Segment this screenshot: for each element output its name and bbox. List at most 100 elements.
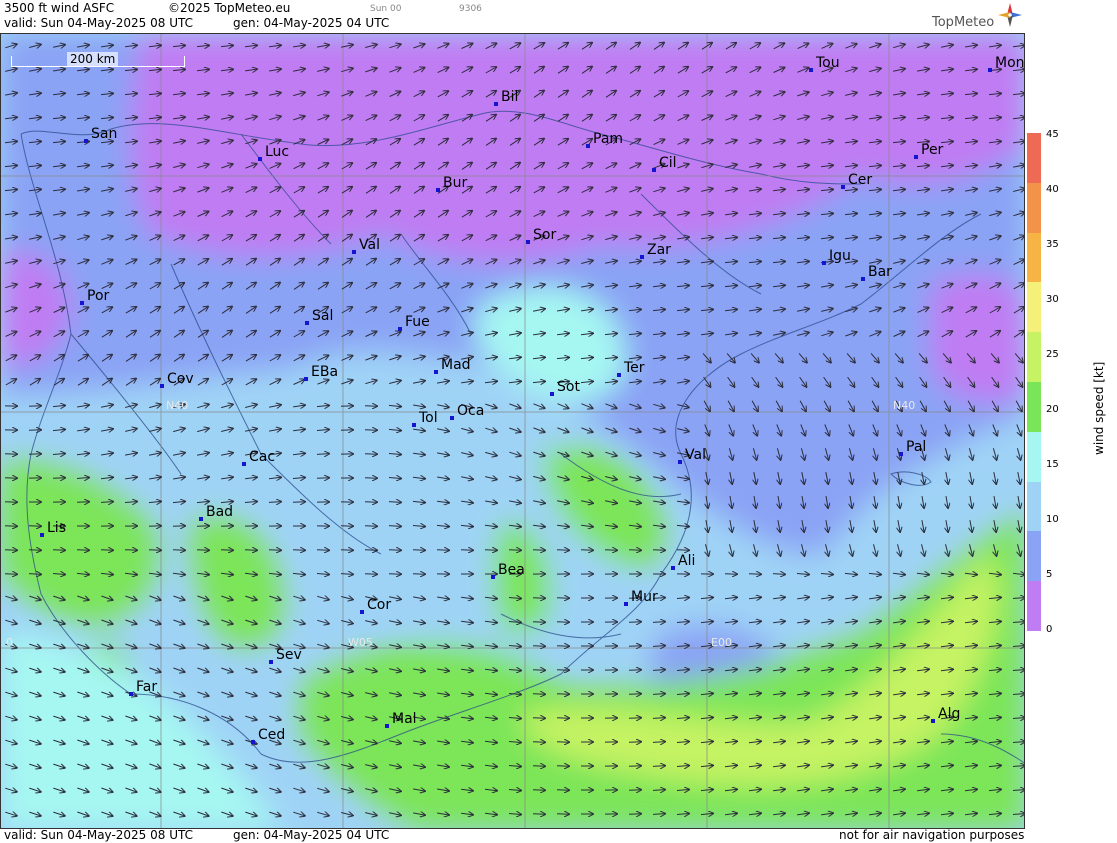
valid-time: valid: Sun 04-May-2025 08 UTC [4,16,193,30]
wind-arrow [436,550,449,551]
wind-arrow [28,550,41,551]
city-label: Bil [493,89,519,106]
city-label: Sor [525,227,557,244]
city-label: Mur [624,589,658,606]
product-name: 3500 ft wind ASFC [4,1,115,15]
wind-arrow [604,550,617,551]
city-label: Cil [652,155,677,172]
city-label: Pal [898,439,927,456]
wind-arrow [532,670,545,671]
city-label: Igu [822,248,851,265]
city-label: Cov [160,371,194,388]
generated-time: gen: 04-May-2025 04 UTC [233,16,390,30]
city-label: Por [79,288,110,305]
wind-arrow [676,550,689,551]
disclaimer: not for air navigation purposes [839,828,1025,842]
city-label: Cac [241,449,276,466]
legend-color-segment [1027,133,1041,183]
grid-label-w10: 0 [6,636,13,649]
legend-tick: 10 [1046,514,1059,525]
city-label: Sev [269,647,302,664]
legend-color-segment [1027,332,1041,382]
city-label: Fue [398,314,430,331]
wind-arrow [628,742,641,743]
wind-arrow [364,574,377,575]
city-label: Ced [250,727,286,744]
city-label: Luc [257,144,290,161]
grid-label-w05: W05 [348,636,373,649]
wind-arrow [628,814,641,815]
wind-arrow [364,526,377,527]
wind-arrow [628,670,641,671]
city-label: Oca [449,403,485,420]
wind-arrow [76,550,89,551]
wind-arrow [4,526,17,527]
city-label: Cer [840,172,873,189]
wind-arrow [532,814,545,815]
city-label: Ali [670,553,696,570]
compass-logo-icon [998,3,1022,27]
wind-arrow [76,502,89,503]
city-label: Val [352,237,380,254]
wind-arrow [148,550,161,551]
legend-tick: 5 [1046,569,1053,580]
city-label: Far [128,679,158,696]
wind-arrow [316,478,329,479]
wind-arrow [220,550,233,551]
scale-label: 200 km [67,52,119,66]
legend-color-segment [1027,531,1041,582]
wind-arrow [532,622,545,623]
city-label: Zar [640,242,671,259]
city-label: Mon [988,55,1025,72]
wind-arrow [268,550,281,551]
day-code: Sun 00 [370,4,402,14]
footer-generated-time: gen: 04-May-2025 04 UTC [233,828,390,842]
city-label: Val [678,447,706,464]
wind-arrow [388,550,401,551]
city-label: Bea [491,562,525,579]
city-label: Sot [550,379,580,396]
legend-tick: 25 [1046,349,1059,360]
legend-tick: 30 [1046,294,1059,305]
legend-color-segment [1027,232,1041,283]
wind-arrow [628,766,641,767]
wind-arrow [748,574,761,575]
city-label: Bar [861,264,892,281]
wind-arrow [580,550,593,551]
city-label: Bad [198,504,234,521]
wind-arrow [292,502,305,503]
legend-color-segment [1027,581,1041,631]
wind-arrow [340,550,353,551]
wind-arrow [556,550,569,551]
wind-arrow [532,646,545,647]
legend-tick: 40 [1046,184,1059,195]
wind-arrow [52,478,65,479]
wind-arrow [532,718,545,719]
wind-arrow [508,550,521,551]
city-label: Per [913,142,944,159]
city-label: San [83,126,118,143]
wind-arrow [532,742,545,743]
city-label: Tou [809,55,840,72]
city-label: Sal [304,308,334,325]
wind-arrow [628,694,641,695]
wind-arrow [532,550,545,551]
wind-arrow [124,550,137,551]
legend-color-segment [1027,182,1041,233]
city-label: Alg [930,706,961,723]
wind-map[interactable]: 200 km N40 N40 W05 E00 0 Bil Tou Mon San… [0,33,1025,829]
grid-label-n40-right: N40 [893,399,916,412]
wind-arrow [292,550,305,551]
wind-arrow [628,718,641,719]
city-label: Ter [617,360,645,377]
wind-arrow [172,550,185,551]
city-label: Bur [435,175,468,192]
wind-arrow [628,622,641,623]
wind-arrow [4,550,17,551]
legend-color-segment [1027,431,1041,482]
legend-tick: 0 [1046,624,1053,635]
wind-arrow [52,550,65,551]
wind-arrow [532,790,545,791]
wind-arrow [628,646,641,647]
wind-field [1,34,1024,828]
